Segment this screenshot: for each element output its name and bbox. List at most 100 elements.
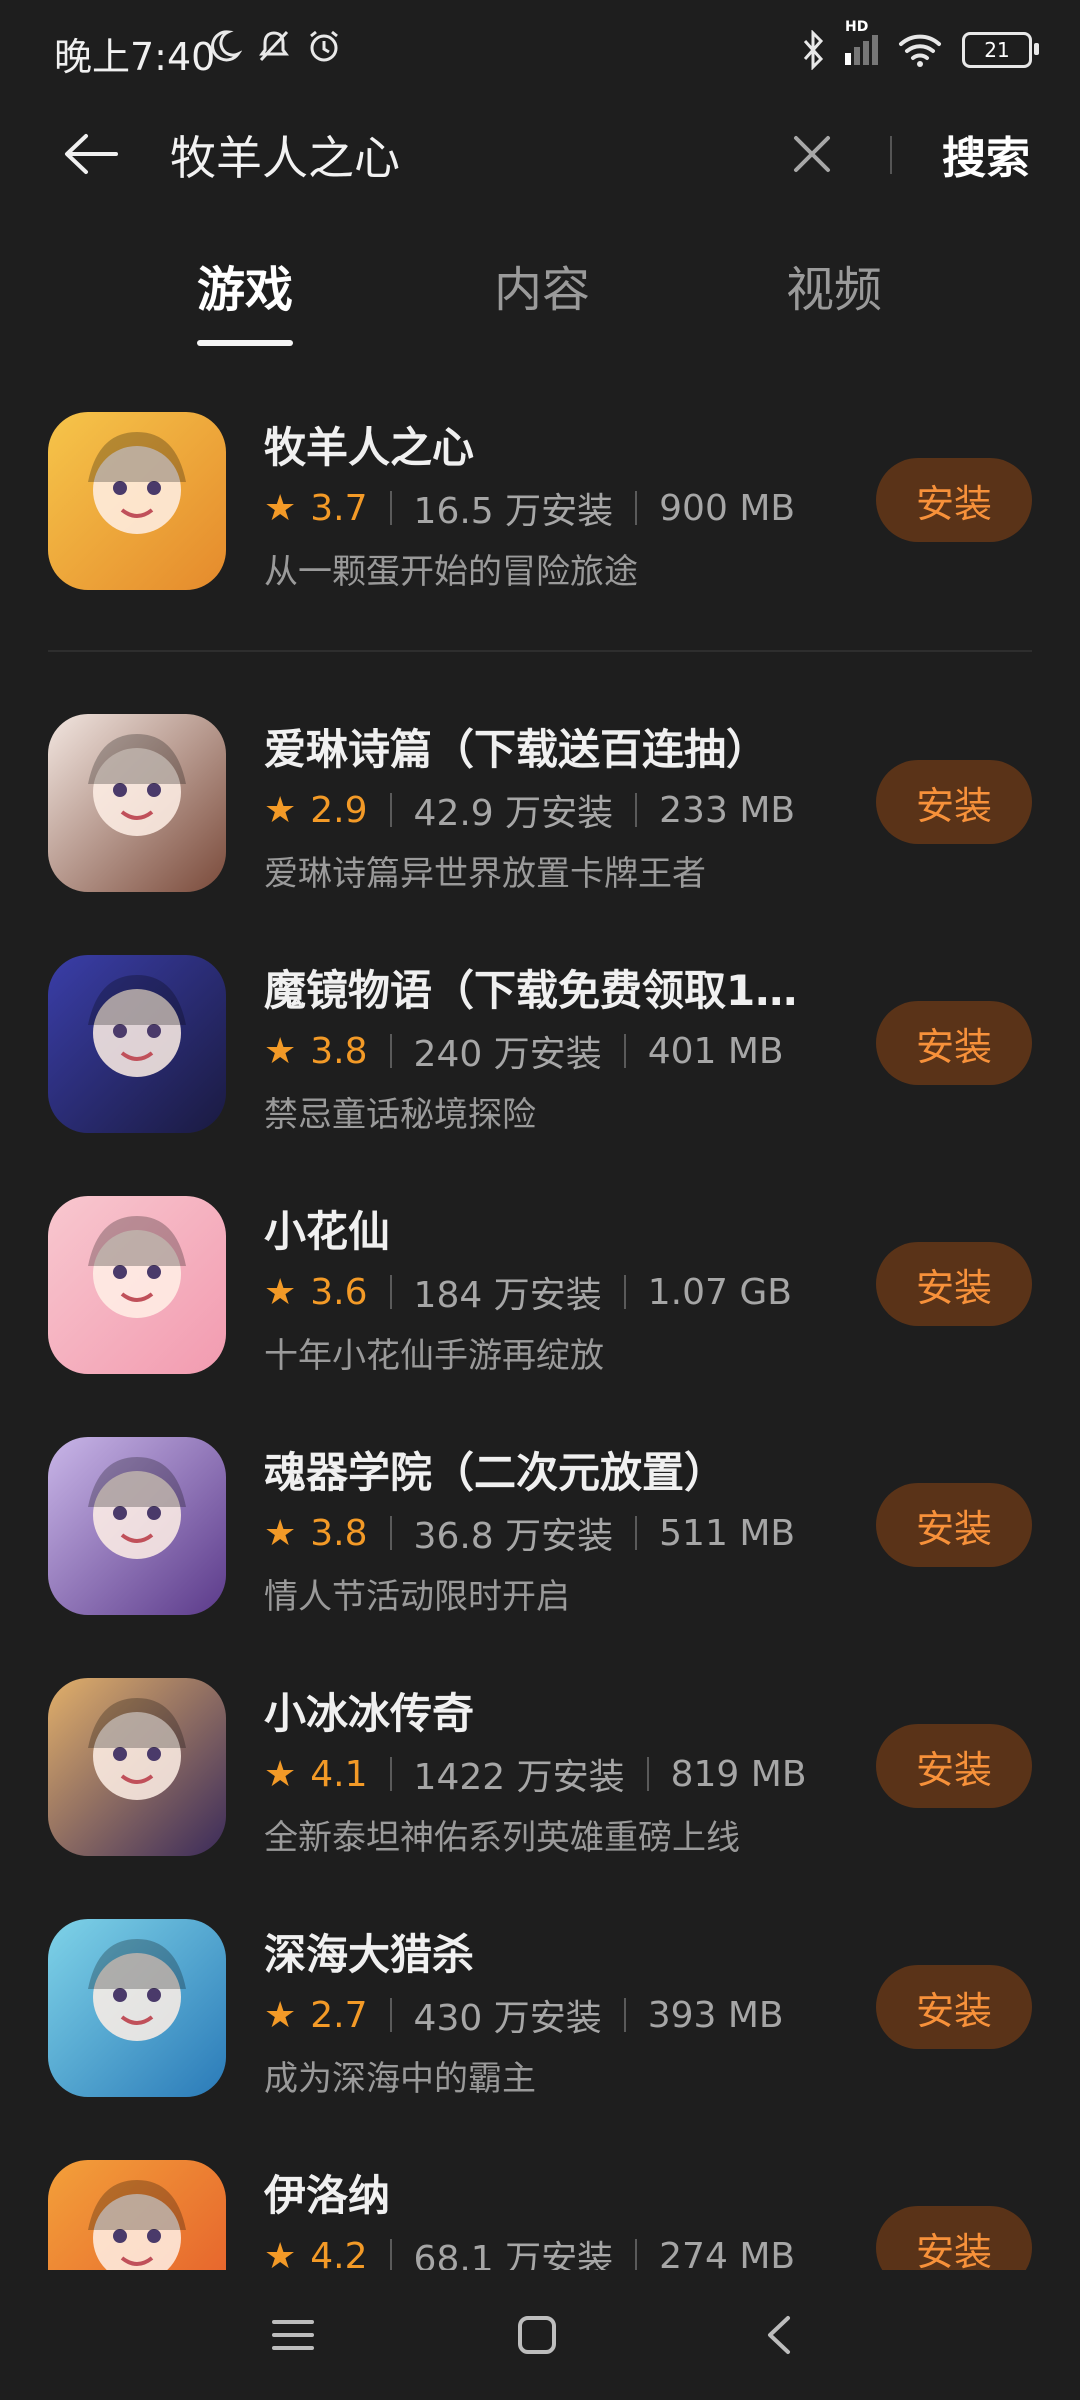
app-rating: 3.7 bbox=[310, 487, 368, 529]
app-icon[interactable] bbox=[48, 714, 226, 892]
app-size: 393 MB bbox=[647, 1994, 784, 2036]
app-icon-art bbox=[88, 2180, 186, 2270]
app-name[interactable]: 小花仙 bbox=[264, 1198, 390, 1259]
tab-games[interactable]: 游戏 bbox=[197, 250, 293, 320]
app-meta: ★ 3.8 240 万安装 401 MB bbox=[264, 1025, 784, 1077]
app-list-item[interactable]: 魔镜物语（下载免费领取10… ★ 3.8 240 万安装 401 MB 禁忌童话秘境探险 安… bbox=[0, 943, 1080, 1143]
app-installs: 42.9 万安装 bbox=[413, 793, 614, 834]
status-time: 晚上7:40 bbox=[54, 35, 216, 79]
app-description: 成为深海中的霸主 bbox=[264, 2059, 536, 2099]
app-installs: 1422 万安装 bbox=[413, 1757, 625, 1798]
app-size: 900 MB bbox=[659, 487, 796, 529]
install-button[interactable]: 安装 bbox=[876, 1001, 1032, 1085]
search-input[interactable]: 牧羊人之心 bbox=[170, 122, 400, 188]
app-icon[interactable] bbox=[48, 1196, 226, 1374]
star-icon: ★ bbox=[264, 1512, 297, 1554]
app-meta: ★ 4.1 1422 万安装 819 MB bbox=[264, 1748, 807, 1800]
meta-separator bbox=[389, 1998, 392, 2032]
app-icon[interactable] bbox=[48, 1678, 226, 1856]
app-list-item[interactable]: 小花仙 ★ 3.6 184 万安装 1.07 GB 十年小花仙手游再绽放 安装 bbox=[0, 1184, 1080, 1384]
app-name[interactable]: 伊洛纳 bbox=[264, 2162, 390, 2223]
app-name[interactable]: 小冰冰传奇 bbox=[264, 1680, 474, 1741]
app-icon[interactable] bbox=[48, 955, 226, 1133]
app-name[interactable]: 魂器学院（二次元放置） bbox=[264, 1439, 726, 1500]
tab-content[interactable]: 内容 bbox=[494, 250, 590, 320]
app-rating: 3.6 bbox=[310, 1271, 368, 1313]
app-name[interactable]: 魔镜物语（下载免费领取10… bbox=[264, 957, 824, 1018]
app-icon-art bbox=[88, 975, 186, 1077]
app-list-item[interactable]: 牧羊人之心 ★ 3.7 16.5 万安装 900 MB 从一颗蛋开始的冒险旅途 安装 bbox=[0, 400, 1080, 600]
app-icon[interactable] bbox=[48, 412, 226, 590]
app-icon[interactable] bbox=[48, 1437, 226, 1615]
app-rating: 3.8 bbox=[310, 1512, 368, 1554]
star-icon: ★ bbox=[264, 1753, 297, 1795]
star-icon: ★ bbox=[264, 2235, 297, 2271]
meta-separator bbox=[635, 491, 638, 525]
app-meta: ★ 2.9 42.9 万安装 233 MB bbox=[264, 784, 795, 836]
app-name[interactable]: 牧羊人之心 bbox=[264, 414, 474, 475]
meta-separator bbox=[646, 1757, 649, 1791]
app-description: 从一颗蛋开始的冒险旅途 bbox=[264, 552, 638, 592]
install-button[interactable]: 安装 bbox=[876, 1242, 1032, 1326]
install-button[interactable]: 安装 bbox=[876, 1965, 1032, 2049]
app-name[interactable]: 深海大猎杀 bbox=[264, 1921, 474, 1982]
clear-icon[interactable] bbox=[790, 132, 834, 176]
meta-separator bbox=[635, 1516, 638, 1550]
tab-active-indicator bbox=[197, 340, 293, 346]
install-button[interactable]: 安装 bbox=[876, 1483, 1032, 1567]
list-divider bbox=[48, 650, 1032, 652]
home-icon[interactable] bbox=[512, 2310, 562, 2360]
app-icon[interactable] bbox=[48, 2160, 226, 2270]
app-list-item[interactable]: 伊洛纳 ★ 4.2 68.1 万安装 274 MB 安装 bbox=[0, 2148, 1080, 2270]
star-icon: ★ bbox=[264, 789, 297, 831]
tab-bar: 游戏 内容 视频 bbox=[0, 240, 1080, 350]
search-button[interactable]: 搜索 bbox=[942, 122, 1030, 186]
app-size: 274 MB bbox=[659, 2235, 796, 2271]
install-button[interactable]: 安装 bbox=[876, 760, 1032, 844]
install-button[interactable]: 安装 bbox=[876, 458, 1032, 542]
meta-separator bbox=[389, 793, 392, 827]
meta-separator bbox=[623, 1034, 626, 1068]
meta-separator bbox=[389, 1516, 392, 1550]
app-meta: ★ 2.7 430 万安装 393 MB bbox=[264, 1989, 784, 2041]
install-button[interactable]: 安装 bbox=[876, 2206, 1032, 2270]
app-description: 爱琳诗篇异世界放置卡牌王者 bbox=[264, 854, 706, 894]
app-installs: 68.1 万安装 bbox=[413, 2239, 614, 2270]
app-list-item[interactable]: 魂器学院（二次元放置） ★ 3.8 36.8 万安装 511 MB 情人节活动限时开启 安装 bbox=[0, 1425, 1080, 1625]
hd-label: HD bbox=[845, 19, 869, 35]
meta-separator bbox=[635, 2239, 638, 2270]
app-meta: ★ 4.2 68.1 万安装 274 MB bbox=[264, 2230, 795, 2270]
app-description: 情人节活动限时开启 bbox=[264, 1577, 570, 1617]
app-list-item[interactable]: 爱琳诗篇（下载送百连抽） ★ 2.9 42.9 万安装 233 MB 爱琳诗篇异世界放置卡… bbox=[0, 702, 1080, 902]
app-icon-art bbox=[88, 734, 186, 836]
app-size: 511 MB bbox=[659, 1512, 796, 1554]
install-button[interactable]: 安装 bbox=[876, 1724, 1032, 1808]
star-icon: ★ bbox=[264, 1994, 297, 2036]
app-rating: 2.9 bbox=[310, 789, 368, 831]
app-size: 819 MB bbox=[670, 1753, 807, 1795]
alarm-icon bbox=[310, 30, 338, 62]
app-icon-art bbox=[88, 432, 186, 534]
status-icons-left bbox=[206, 28, 342, 64]
star-icon: ★ bbox=[264, 487, 297, 529]
app-size: 401 MB bbox=[647, 1030, 784, 1072]
meta-separator bbox=[389, 1034, 392, 1068]
app-installs: 240 万安装 bbox=[413, 1034, 602, 1075]
app-list-item[interactable]: 深海大猎杀 ★ 2.7 430 万安装 393 MB 成为深海中的霸主 安装 bbox=[0, 1907, 1080, 2107]
app-name[interactable]: 爱琳诗篇（下载送百连抽） bbox=[264, 716, 768, 777]
app-icon-art bbox=[88, 1939, 186, 2041]
back-icon[interactable] bbox=[756, 2310, 806, 2360]
battery-icon: 21 bbox=[962, 32, 1039, 68]
meta-separator bbox=[623, 1275, 626, 1309]
menu-icon[interactable] bbox=[268, 2310, 318, 2360]
tab-videos[interactable]: 视频 bbox=[786, 250, 882, 320]
bluetooth-icon bbox=[803, 30, 824, 70]
app-description: 十年小花仙手游再绽放 bbox=[264, 1336, 604, 1376]
app-icon[interactable] bbox=[48, 1919, 226, 2097]
back-arrow-icon[interactable] bbox=[62, 132, 118, 176]
app-installs: 36.8 万安装 bbox=[413, 1516, 614, 1557]
app-rating: 4.1 bbox=[310, 1753, 368, 1795]
navigation-bar bbox=[0, 2270, 1080, 2400]
app-list-item[interactable]: 小冰冰传奇 ★ 4.1 1422 万安装 819 MB 全新泰坦神佑系列英雄重磅上线 安装 bbox=[0, 1666, 1080, 1866]
search-bar: 牧羊人之心 搜索 bbox=[0, 104, 1080, 204]
